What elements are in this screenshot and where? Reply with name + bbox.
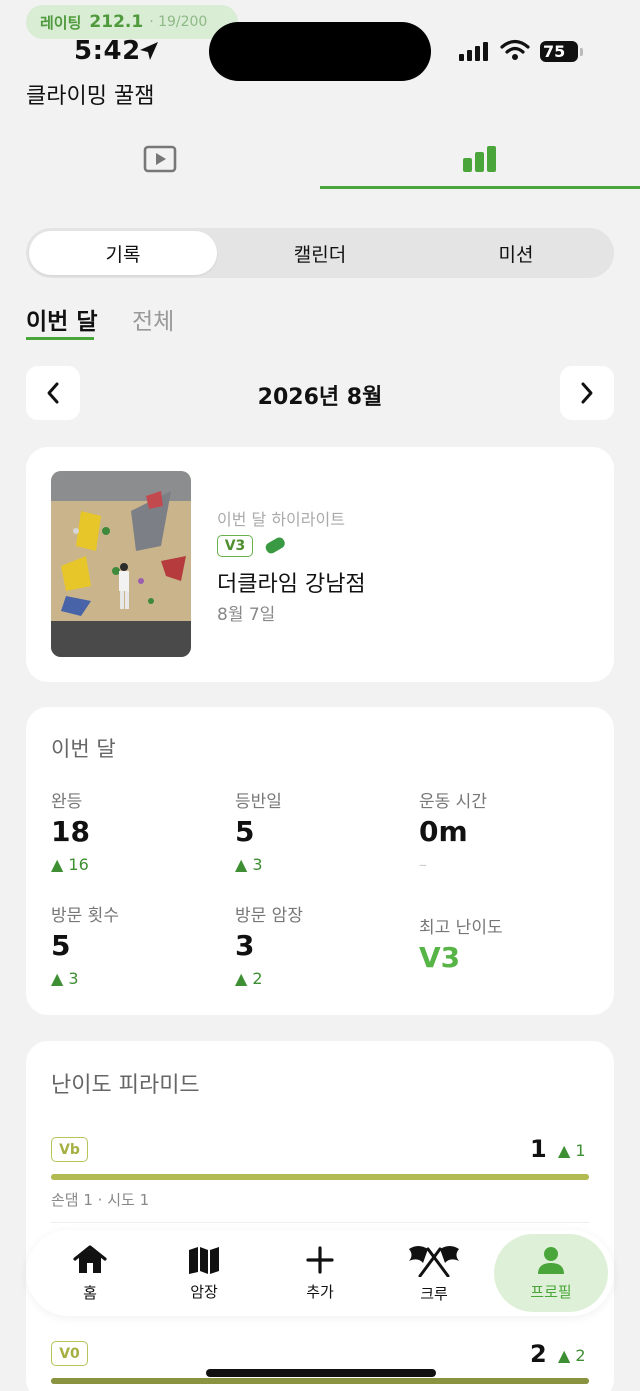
stat-value: 5 [235,815,255,848]
stat-label: 등반일 [235,792,282,812]
stat-value: 0m [419,815,468,848]
battery-tip [580,48,583,56]
wifi-icon [500,39,530,60]
app-title: 클라이밍 꿀잼 [26,84,155,109]
nav-gyms-label: 암장 [190,1282,218,1301]
rating-label: 레이팅 [40,13,82,32]
view-segmented-control: 기록 캘린더 미션 [26,228,614,278]
segment-records[interactable]: 기록 [29,231,217,275]
rating-value: 212.1 [89,12,144,32]
period-tab-all[interactable]: 전체 [132,302,174,336]
home-indicator [206,1369,436,1377]
cellular-signal-icon [459,42,488,61]
rating-progress: · 19/200 [149,14,208,30]
map-icon [189,1246,219,1274]
status-time: 5:42 [74,36,141,66]
stat-label: 완등 [51,792,83,812]
pyramid-count: 1 [530,1135,547,1163]
pyramid-bar [51,1174,589,1180]
bar-chart-icon [463,146,496,172]
stat-label: 운동 시간 [419,792,487,812]
stat-delta: – [419,855,427,874]
segment-calendar[interactable]: 캘린더 [226,231,414,275]
stat-value: 3 [235,929,255,962]
location-arrow-icon [140,42,158,60]
climbing-wall-image [51,471,191,657]
nav-crew-label: 크루 [420,1284,448,1303]
highlight-label: 이번 달 하이라이트 [217,510,345,529]
battery-icon: 75 [540,41,578,62]
stat-label: 방문 암장 [235,906,303,926]
highlight-photo[interactable] [51,471,191,657]
period-tab-indicator [26,337,94,340]
divider [51,1222,589,1223]
person-icon [538,1246,564,1274]
pyramid-delta: ▲ 2 [558,1346,586,1365]
prev-month-button[interactable] [26,366,80,420]
grade-badge: V3 [217,535,253,557]
stat-value-top-grade: V3 [419,941,461,974]
tab-videos[interactable] [0,130,320,188]
pyramid-bar-track [51,1378,589,1384]
stat-value: 18 [51,815,90,848]
highlight-gym: 더클라임 강남점 [217,572,366,597]
active-tab-indicator [320,186,640,189]
stats-title: 이번 달 [51,737,116,761]
battery-level: 75 [543,42,566,61]
segment-missions[interactable]: 미션 [422,231,610,275]
pyramid-grade-badge: V0 [51,1341,88,1366]
plus-icon [306,1245,334,1274]
pyramid-sub: 손댐 1 · 시도 1 [51,1191,150,1209]
pyramid-title: 난이도 피라미드 [51,1073,200,1098]
stat-label: 방문 횟수 [51,906,119,926]
rating-pill[interactable]: 레이팅 212.1 · 19/200 [26,5,238,39]
nav-home[interactable]: 홈 [34,1232,146,1314]
nav-profile-label: 프로필 [530,1282,572,1301]
nav-add-label: 추가 [306,1282,334,1301]
pyramid-grade-badge: Vb [51,1137,88,1162]
stat-delta: ▲ 16 [51,855,89,874]
pyramid-delta: ▲ 1 [558,1141,586,1160]
stat-delta: ▲ 2 [235,969,263,988]
nav-crew[interactable]: 크루 [378,1232,490,1314]
nav-home-label: 홈 [83,1283,97,1302]
highlight-date: 8월 7일 [217,605,276,625]
chevron-right-icon [581,382,593,404]
period-tab-this-month[interactable]: 이번 달 [26,302,98,336]
chevron-left-icon [47,382,59,404]
hold-color-icon [265,537,285,554]
stat-delta: ▲ 3 [235,855,263,874]
pyramid-bar-track [51,1174,589,1180]
month-label: 2026년 8월 [257,385,383,410]
stat-label: 최고 난이도 [419,918,503,938]
dynamic-island [209,22,431,81]
nav-add[interactable]: 추가 [264,1232,376,1314]
tab-stats[interactable] [320,130,640,188]
stat-value: 5 [51,929,71,962]
crossed-flags-icon [409,1245,459,1277]
next-month-button[interactable] [560,366,614,420]
play-video-icon [143,145,177,173]
pyramid-count: 2 [530,1340,547,1368]
pyramid-bar [51,1378,589,1384]
home-icon [73,1244,107,1273]
nav-gyms[interactable]: 암장 [148,1232,260,1314]
stat-delta: ▲ 3 [51,969,79,988]
nav-profile[interactable]: 프로필 [494,1232,608,1314]
